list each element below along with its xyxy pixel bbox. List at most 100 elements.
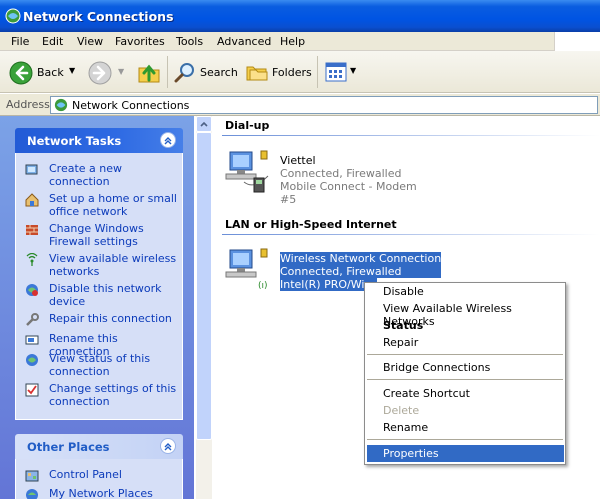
menu-advanced[interactable]: Advanced [217, 35, 271, 48]
menu-separator [367, 354, 563, 355]
group-lan-title: LAN or High-Speed Internet [225, 218, 397, 231]
rename-icon [25, 335, 39, 345]
menu-file[interactable]: File [11, 35, 29, 48]
network-tasks-header[interactable]: Network Tasks [15, 128, 183, 153]
task-disable-device[interactable]: Disable this network device [25, 282, 175, 310]
forward-arrow-icon[interactable] [88, 61, 112, 85]
place-label: Control Panel [49, 468, 122, 481]
address-value: Network Connections [72, 99, 190, 112]
wireless-icon [26, 253, 38, 266]
task-label: Change Windows Firewall settings [49, 222, 144, 248]
settings-check-icon [25, 383, 39, 397]
search-label: Search [200, 66, 238, 79]
toolbar: Back ▼ ▼ Search Folders ▼ [0, 51, 600, 93]
menu-item-repair[interactable]: Repair [383, 336, 418, 349]
menu-item-disable[interactable]: Disable [383, 285, 424, 298]
menu-item-create-shortcut[interactable]: Create Shortcut [383, 387, 470, 400]
task-label: View available wireless networks [49, 252, 177, 278]
folders-label: Folders [272, 66, 312, 79]
address-label: Address [6, 98, 50, 111]
task-label: Set up a home or small office network [49, 192, 177, 218]
network-tasks-title: Network Tasks [27, 134, 122, 148]
dialup-modem-icon [225, 150, 269, 193]
menu-item-status[interactable]: Status [383, 319, 423, 332]
group-divider [222, 135, 600, 136]
chevron-down-icon[interactable]: ▼ [350, 66, 356, 75]
menu-tools[interactable]: Tools [176, 35, 203, 48]
network-connections-icon [5, 8, 21, 24]
back-arrow-icon [9, 61, 33, 85]
menu-bar: File Edit View Favorites Tools Advanced … [0, 32, 600, 51]
connection-viettel[interactable]: Viettel Connected, Firewalled Mobile Con… [224, 148, 434, 206]
other-places-panel: Other Places Control Panel My Network Pl… [15, 434, 183, 499]
vertical-scrollbar[interactable] [196, 116, 212, 499]
repair-wrench-icon [26, 313, 39, 326]
menu-favorites[interactable]: Favorites [115, 35, 165, 48]
menu-item-delete: Delete [383, 404, 420, 417]
task-label: Change settings of this connection [49, 382, 177, 408]
task-label: Repair this connection [49, 312, 172, 325]
task-firewall[interactable]: Change Windows Firewall settings [25, 222, 175, 250]
back-button[interactable]: Back ▼ [5, 58, 83, 86]
task-pane: Network Tasks Create a new connection Se… [0, 116, 194, 499]
other-places-title: Other Places [27, 440, 110, 454]
firewall-icon [26, 225, 38, 235]
connection-name: Wireless Network Connection [280, 252, 442, 265]
search-icon [174, 63, 194, 83]
control-panel-icon [25, 470, 39, 482]
task-label: View status of this connection [49, 352, 151, 378]
wireless-connection-icon: (ı) [225, 248, 268, 291]
menu-separator [367, 439, 563, 440]
task-view-wireless[interactable]: View available wireless networks [25, 252, 176, 280]
place-control-panel[interactable]: Control Panel [25, 468, 175, 484]
menu-view[interactable]: View [77, 35, 103, 48]
up-folder-icon[interactable] [137, 60, 161, 84]
connection-status: Connected, Firewalled [280, 167, 402, 180]
search-button[interactable]: Search [172, 58, 238, 86]
scroll-up-button[interactable] [196, 116, 212, 132]
place-label: My Network Places [49, 487, 153, 499]
task-rename[interactable]: Rename this connection [25, 332, 175, 358]
status-icon [26, 354, 38, 366]
context-menu: Disable View Available Wireless Networks… [364, 282, 566, 465]
network-tasks-panel: Network Tasks Create a new connection Se… [15, 128, 183, 420]
window-title: Network Connections [23, 9, 174, 24]
collapse-chevron-icon[interactable] [160, 132, 176, 148]
back-label: Back [37, 66, 64, 79]
menu-help[interactable]: Help [280, 35, 305, 48]
collapse-chevron-icon[interactable] [160, 438, 176, 454]
connection-name: Viettel [280, 154, 316, 167]
task-view-status[interactable]: View status of this connection [25, 352, 175, 380]
menu-edit[interactable]: Edit [42, 35, 63, 48]
menu-item-properties-label: Properties [383, 447, 439, 460]
connection-status: Connected, Firewalled [280, 265, 442, 278]
views-icon [325, 62, 347, 82]
task-repair[interactable]: Repair this connection [25, 312, 175, 328]
scroll-thumb[interactable] [196, 132, 212, 440]
task-create-connection[interactable]: Create a new connection [25, 162, 175, 190]
network-places-icon [26, 489, 38, 499]
address-input[interactable]: Network Connections [50, 96, 598, 114]
connection-device: Intel(R) PRO/Wire [280, 278, 378, 291]
views-button[interactable]: ▼ [323, 60, 359, 84]
task-home-network[interactable]: Set up a home or small office network [25, 192, 177, 220]
network-connections-icon [54, 98, 68, 112]
chevron-down-icon[interactable]: ▼ [69, 66, 75, 75]
menu-item-properties[interactable]: Properties [367, 445, 564, 462]
folders-button[interactable]: Folders [244, 58, 312, 86]
chevron-down-icon[interactable]: ▼ [118, 67, 124, 76]
address-bar: Address Network Connections [0, 94, 600, 116]
task-label: Disable this network device [49, 282, 162, 308]
other-places-body: Control Panel My Network Places [15, 459, 183, 499]
network-tasks-body: Create a new connection Set up a home or… [15, 153, 183, 420]
group-divider [222, 234, 600, 235]
title-bar[interactable]: Network Connections [0, 0, 600, 32]
task-change-settings[interactable]: Change settings of this connection [25, 382, 176, 410]
menu-separator [367, 379, 563, 380]
menu-item-rename[interactable]: Rename [383, 421, 428, 434]
group-dialup-title: Dial-up [225, 119, 270, 132]
other-places-header[interactable]: Other Places [15, 434, 183, 459]
home-network-icon [25, 193, 39, 207]
place-my-network-places[interactable]: My Network Places [25, 487, 175, 499]
menu-item-bridge-connections[interactable]: Bridge Connections [383, 361, 490, 374]
